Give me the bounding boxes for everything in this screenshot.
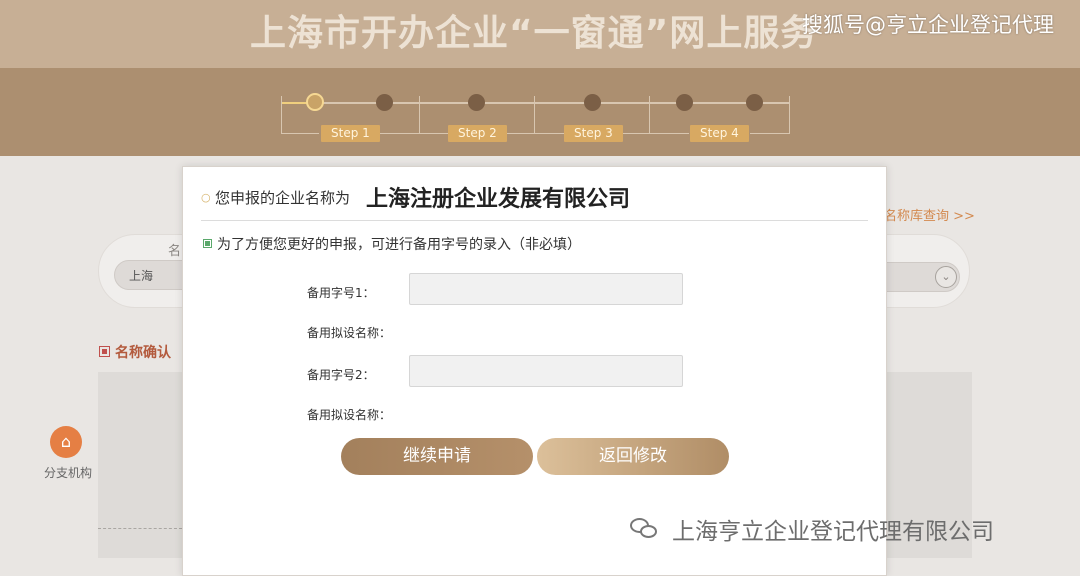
backup-name-2-input[interactable] — [409, 355, 683, 387]
step-baseline — [534, 133, 564, 134]
step-baseline — [649, 133, 689, 134]
steps-progress-line — [281, 102, 789, 104]
steps-band — [0, 68, 1080, 156]
backup-full-name-1-label: 备用拟设名称： — [307, 326, 392, 340]
wechat-icon — [630, 518, 658, 540]
watermark-bottom: 上海亨立企业登记代理有限公司 — [630, 512, 994, 546]
step-dot — [376, 94, 393, 111]
lightbulb-icon: ○ — [201, 190, 211, 204]
step-baseline — [620, 133, 649, 134]
heading-label: 您申报的企业名称为 — [215, 188, 351, 207]
step-dot-current — [306, 93, 324, 111]
backup-name-1-input[interactable] — [409, 273, 683, 305]
section-title: 名称确认 — [115, 344, 171, 361]
chevron-down-icon[interactable]: ⌄ — [935, 266, 957, 288]
step-dot — [746, 94, 763, 111]
dialog-tip: 为了方便您更好的申报，可进行备用字号的录入（非必填） — [203, 233, 581, 254]
continue-apply-button[interactable]: 继续申请 — [341, 438, 533, 475]
step-3-label: Step 3 — [564, 125, 623, 142]
backup-name-2-label: 备用字号2： — [307, 368, 375, 382]
step-baseline — [750, 133, 789, 134]
home-icon[interactable]: ⌂ — [50, 426, 82, 458]
name-search-link[interactable]: 名称库查询 >> — [884, 205, 975, 224]
step-2-label: Step 2 — [448, 125, 507, 142]
name-confirm-section-header: 名称确认 — [99, 341, 171, 362]
watermark-bottom-text: 上海亨立企业登记代理有限公司 — [672, 519, 994, 545]
step-divider — [534, 96, 535, 134]
watermark-top: 搜狐号@亨立企业登记代理 — [802, 13, 1054, 37]
step-dot — [676, 94, 693, 111]
step-baseline — [281, 133, 319, 134]
step-divider — [419, 96, 420, 134]
background-field-label: 名 — [168, 244, 182, 259]
step-4-label: Step 4 — [690, 125, 749, 142]
dashed-divider — [98, 528, 182, 529]
step-dot — [468, 94, 485, 111]
backup-full-name-2-label: 备用拟设名称： — [307, 408, 392, 422]
step-divider — [281, 96, 282, 134]
step-baseline — [380, 133, 419, 134]
backup-name-1-label: 备用字号1： — [307, 286, 375, 300]
dialog-heading: ○ 您申报的企业名称为 上海注册企业发展有限公司 — [201, 181, 630, 213]
tip-icon — [203, 239, 212, 248]
dialog-divider — [201, 220, 868, 221]
step-divider — [649, 96, 650, 134]
step-1-label: Step 1 — [321, 125, 380, 142]
site-title: 上海市开办企业“一窗通”网上服务 — [250, 13, 818, 54]
company-name: 上海注册企业发展有限公司 — [366, 187, 631, 212]
step-baseline — [503, 133, 534, 134]
section-marker-icon — [99, 346, 110, 357]
return-modify-button[interactable]: 返回修改 — [537, 438, 729, 475]
step-dot — [584, 94, 601, 111]
step-divider — [789, 96, 790, 134]
tip-text: 为了方便您更好的申报，可进行备用字号的录入（非必填） — [217, 236, 581, 253]
city-select-value: 上海 — [129, 269, 154, 283]
sidebar-item-branch[interactable]: 分支机构 — [44, 464, 92, 481]
